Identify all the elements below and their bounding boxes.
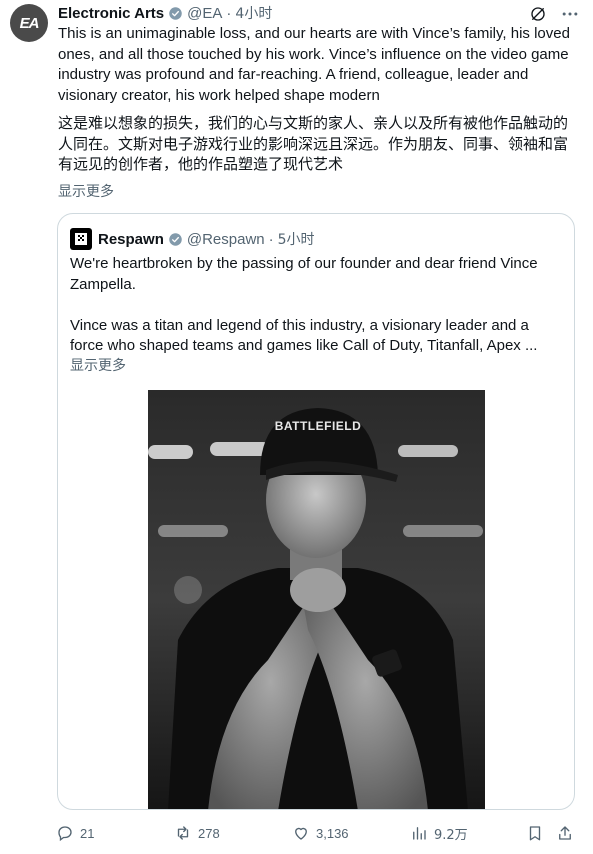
separator-dot: · [268,230,274,248]
verified-badge-icon [169,6,182,20]
quoted-author-handle[interactable]: @Respawn [187,231,265,248]
like-button[interactable]: 3,136 [292,822,349,844]
grok-icon[interactable] [529,5,547,23]
repost-icon [177,826,189,840]
tweet-action-bar: 21 278 3,136 9.2万 [56,822,576,844]
reply-count: 21 [80,825,95,841]
separator-dot: · [226,4,232,22]
repost-button[interactable]: 278 [174,822,220,844]
share-icon [559,826,571,840]
views-count: 9.2万 [434,827,468,843]
quoted-paragraph-1: We're heartbroken by the passing of our … [70,255,538,293]
bookmark-button[interactable] [526,822,544,844]
views-button[interactable]: 9.2万 [410,822,468,844]
quoted-paragraph-2: Vince was a titan and legend of this ind… [70,316,538,355]
author-handle[interactable]: @EA [187,5,222,22]
share-button[interactable] [556,822,574,844]
bookmark-icon [529,826,541,841]
reply-icon [58,826,72,842]
cap-text: BATTLEFIELD [275,419,362,433]
author-name[interactable]: Electronic Arts [58,5,164,22]
heart-icon [295,827,307,840]
views-icon [413,827,426,840]
reply-button[interactable]: 21 [56,822,94,844]
author-avatar[interactable]: EA [10,4,48,42]
like-count: 3,136 [316,825,349,841]
respawn-logo-icon [75,233,87,245]
tweet-text-english: This is an unimaginable loss, and our he… [58,25,570,104]
quoted-tweet-photo[interactable]: BATTLEFIELD [148,390,485,809]
tweet-header: Electronic Arts @EA · 4小时 [58,3,272,23]
tweet-text-translation: 这是难以想象的损失，我们的心与文斯的家人、亲人以及所有被他作品触动的人同在。文斯… [58,114,569,173]
avatar-text: EA [19,14,40,32]
quoted-tweet-time[interactable]: 5小时 [278,229,315,249]
quoted-show-more-link[interactable]: 显示更多 [70,355,126,375]
quoted-tweet-header: Respawn @Respawn · 5小时 [70,228,315,250]
more-options-icon[interactable] [560,4,580,24]
portrait-image: BATTLEFIELD [148,390,485,809]
repost-count: 278 [198,825,220,841]
verified-badge-icon [169,232,182,246]
quoted-tweet[interactable]: Respawn @Respawn · 5小时 We're heartbroken… [57,213,575,810]
tweet-time[interactable]: 4小时 [235,3,272,23]
quoted-tweet-text: We're heartbroken by the passing of our … [70,254,560,377]
respawn-avatar[interactable] [70,228,92,250]
quoted-author-name[interactable]: Respawn [98,231,164,248]
show-more-link[interactable]: 显示更多 [58,181,114,201]
